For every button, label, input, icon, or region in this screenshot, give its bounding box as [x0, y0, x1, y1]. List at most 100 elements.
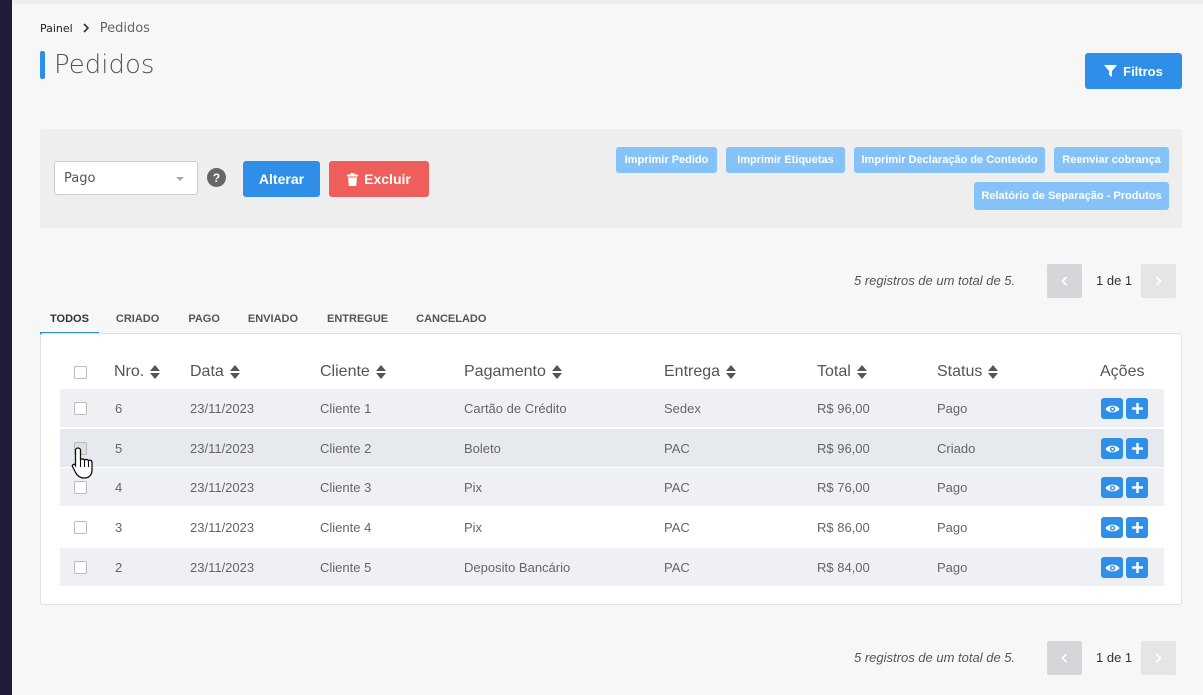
tab-cancelado[interactable]: CANCELADO	[416, 304, 486, 334]
th-data[interactable]: Data	[190, 357, 240, 387]
pagination-info-bottom: 5 registros de um total de 5.	[854, 650, 1016, 665]
th-cliente[interactable]: Cliente	[320, 357, 386, 387]
view-order-button[interactable]	[1101, 557, 1123, 578]
cell-status: Pago	[937, 400, 968, 416]
add-button[interactable]	[1126, 477, 1148, 498]
sort-icon	[726, 365, 737, 379]
row-checkbox[interactable]	[74, 481, 87, 494]
eye-icon	[1105, 484, 1119, 491]
filters-button[interactable]: Filtros	[1085, 53, 1182, 89]
bulk-actions-toolbar: Pago ? Alterar Excluir Imprimir Pedido I…	[40, 129, 1182, 228]
status-select-value: Pago	[64, 170, 96, 186]
chevron-right-icon	[1155, 276, 1162, 286]
separation-report-button[interactable]: Relatório de Separação - Produtos	[974, 182, 1169, 210]
add-button[interactable]	[1126, 517, 1148, 538]
table-row: 3 23/11/2023 Cliente 4 Pix PAC R$ 86,00 …	[60, 508, 1164, 546]
status-tabs: TODOS CRIADO PAGO ENVIADO ENTREGUE CANCE…	[40, 304, 486, 335]
th-total-label: Total	[817, 363, 851, 380]
sort-icon	[375, 365, 386, 379]
th-data-label: Data	[190, 363, 224, 380]
cell-data: 23/11/2023	[190, 519, 255, 535]
select-all-checkbox[interactable]	[74, 366, 87, 379]
cell-data: 23/11/2023	[190, 559, 255, 575]
page-title-text: Pedidos	[54, 50, 155, 80]
chevron-right-icon	[1155, 653, 1162, 663]
add-button[interactable]	[1126, 398, 1148, 419]
th-entrega[interactable]: Entrega	[664, 357, 737, 387]
help-icon[interactable]: ?	[207, 168, 226, 187]
th-entrega-label: Entrega	[664, 363, 721, 380]
prev-page-button-top[interactable]	[1047, 264, 1082, 298]
eye-icon	[1105, 445, 1119, 452]
next-page-button-top[interactable]	[1141, 264, 1176, 298]
cell-entrega: PAC	[664, 479, 690, 495]
row-checkbox[interactable]	[74, 521, 87, 534]
view-order-button[interactable]	[1101, 398, 1123, 419]
th-nro[interactable]: Nro.	[114, 357, 161, 387]
filter-icon	[1104, 64, 1118, 77]
page-title: Pedidos	[40, 50, 154, 80]
plus-icon	[1131, 403, 1143, 414]
th-total[interactable]: Total	[817, 357, 867, 387]
tab-criado[interactable]: CRIADO	[116, 304, 159, 334]
pagination-info-top: 5 registros de um total de 5.	[854, 273, 1016, 288]
table-row: 2 23/11/2023 Cliente 5 Deposito Bancário…	[60, 548, 1164, 586]
hand-cursor-icon	[71, 447, 93, 479]
cell-nro: 5	[115, 440, 123, 456]
cell-total: R$ 76,00	[817, 479, 870, 495]
add-button[interactable]	[1126, 557, 1148, 578]
th-pagamento[interactable]: Pagamento	[464, 357, 562, 387]
cell-entrega: Sedex	[664, 400, 701, 416]
cell-total: R$ 96,00	[817, 440, 870, 456]
prev-page-button-bottom[interactable]	[1047, 641, 1082, 675]
cell-cliente: Cliente 1	[320, 400, 372, 416]
cell-total: R$ 96,00	[817, 400, 870, 416]
cell-pagamento: Deposito Bancário	[464, 559, 571, 575]
print-order-button[interactable]: Imprimir Pedido	[616, 147, 717, 173]
row-checkbox[interactable]	[74, 402, 87, 415]
tab-pago[interactable]: PAGO	[188, 304, 220, 334]
cell-entrega: PAC	[664, 559, 690, 575]
title-accent-bar	[40, 51, 45, 79]
plus-icon	[1131, 522, 1143, 533]
cell-entrega: PAC	[664, 519, 690, 535]
cell-nro: 2	[115, 559, 123, 575]
th-status[interactable]: Status	[937, 357, 999, 387]
sort-icon	[229, 365, 240, 379]
next-page-button-bottom[interactable]	[1141, 641, 1176, 675]
add-button[interactable]	[1126, 438, 1148, 459]
table-row: 6 23/11/2023 Cliente 1 Cartão de Crédito…	[60, 389, 1164, 427]
excluir-button[interactable]: Excluir	[329, 161, 429, 197]
sort-icon	[551, 365, 562, 379]
view-order-button[interactable]	[1101, 477, 1123, 498]
view-order-button[interactable]	[1101, 517, 1123, 538]
view-order-button[interactable]	[1101, 438, 1123, 459]
excluir-button-label: Excluir	[364, 171, 411, 187]
resend-charge-button[interactable]: Reenviar cobrança	[1054, 147, 1169, 173]
alterar-button[interactable]: Alterar	[243, 161, 320, 197]
page-label-top: 1 de 1	[1096, 273, 1133, 288]
cell-nro: 4	[115, 479, 123, 495]
top-border	[12, 0, 1203, 4]
left-sidebar-edge	[0, 0, 12, 695]
eye-icon	[1105, 405, 1119, 412]
cell-data: 23/11/2023	[190, 479, 255, 495]
cell-nro: 3	[115, 519, 123, 535]
status-select[interactable]: Pago	[54, 161, 198, 195]
print-labels-button[interactable]: Imprimir Etiquetas	[726, 147, 845, 173]
tab-entregue[interactable]: ENTREGUE	[327, 304, 388, 334]
page-label-bottom: 1 de 1	[1096, 650, 1133, 665]
chevron-left-icon	[1061, 653, 1068, 663]
tab-enviado[interactable]: ENVIADO	[248, 304, 298, 334]
trash-icon	[347, 172, 359, 186]
cell-status: Criado	[937, 440, 976, 456]
print-content-declaration-button[interactable]: Imprimir Declaração de Conteúdo	[854, 147, 1045, 173]
eye-icon	[1105, 564, 1119, 571]
th-cliente-label: Cliente	[320, 363, 370, 380]
breadcrumb-home[interactable]: Painel	[40, 22, 73, 35]
sort-icon	[988, 365, 999, 379]
tab-todos[interactable]: TODOS	[40, 304, 99, 335]
table-header: Nro. Data Cliente Pagamento Entrega Tota…	[61, 357, 1165, 387]
row-checkbox[interactable]	[74, 561, 87, 574]
cell-cliente: Cliente 5	[320, 559, 372, 575]
